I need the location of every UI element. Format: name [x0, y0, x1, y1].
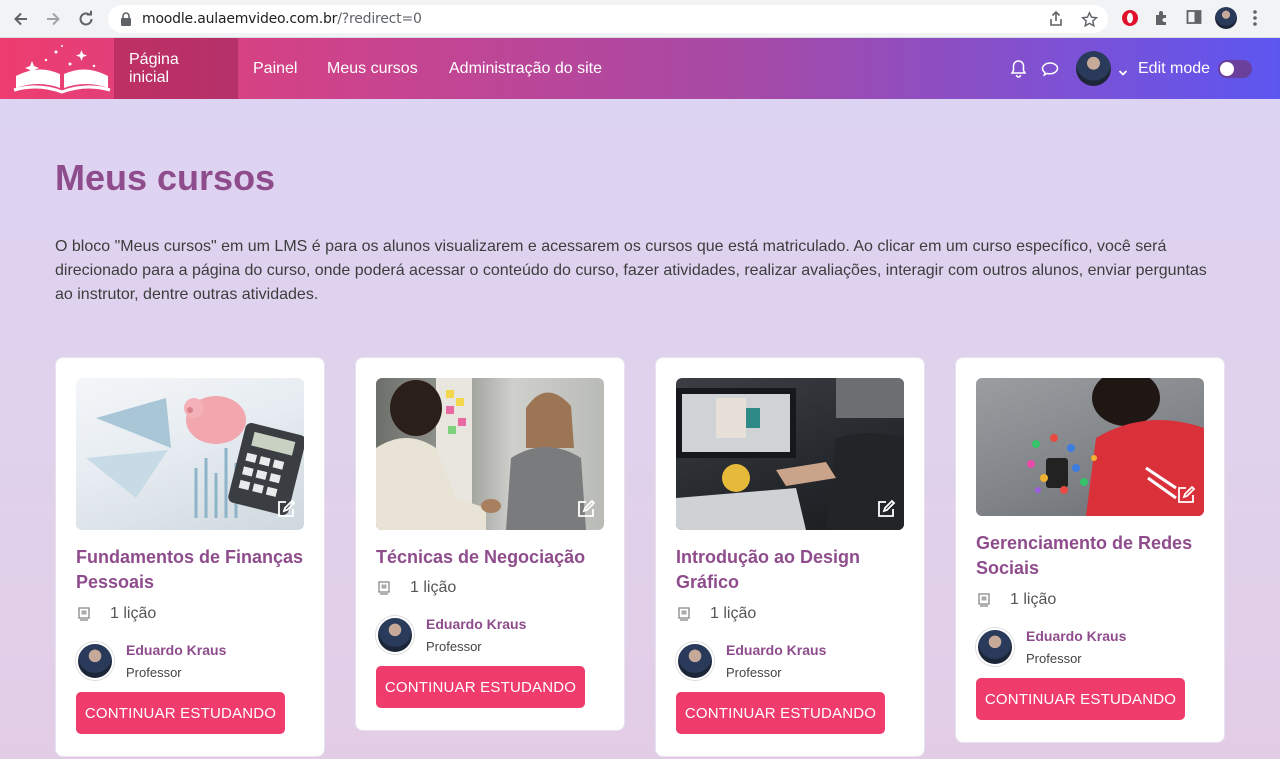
- page-description: O bloco "Meus cursos" em um LMS é para o…: [55, 238, 1207, 303]
- course-image-negotiation[interactable]: [376, 378, 604, 530]
- edit-icon[interactable]: [276, 499, 296, 524]
- teacher-avatar[interactable]: [376, 616, 414, 654]
- forward-icon[interactable]: [42, 8, 64, 30]
- star-icon[interactable]: [1080, 11, 1099, 33]
- url-path: /?redirect=0: [337, 11, 422, 27]
- nav-item-meus-cursos[interactable]: Meus cursos: [312, 38, 433, 99]
- edit-icon[interactable]: [1176, 485, 1196, 510]
- url-host: moodle.aulaemvideo.com.br: [142, 11, 338, 27]
- book-logo-icon[interactable]: [10, 42, 114, 96]
- site-navbar: Página inicial Painel Meus cursos Admini…: [0, 38, 1280, 99]
- lesson-count: 1 lição: [378, 579, 456, 597]
- teacher-avatar[interactable]: [76, 642, 114, 680]
- teacher-role: Professor: [426, 639, 482, 654]
- lesson-count-text: 1 lição: [110, 605, 157, 622]
- teacher-avatar[interactable]: [976, 628, 1014, 666]
- continue-button[interactable]: CONTINUAR ESTUDANDO: [976, 678, 1185, 720]
- nav-label: Página inicial: [129, 50, 179, 86]
- chevron-down-icon[interactable]: [1118, 64, 1128, 82]
- menu-dots-icon[interactable]: [1252, 9, 1258, 32]
- edit-mode-label: Edit mode: [1138, 60, 1211, 77]
- edit-icon[interactable]: [876, 499, 896, 524]
- lesson-count: 1 lição: [678, 605, 756, 623]
- teacher-avatar[interactable]: [676, 642, 714, 680]
- course-title[interactable]: Introdução ao Design Gráfico: [676, 545, 906, 595]
- continue-button[interactable]: CONTINUAR ESTUDANDO: [376, 666, 585, 708]
- nav-item-administracao[interactable]: Administração do site: [434, 38, 617, 99]
- course-title[interactable]: Gerenciamento de Redes Sociais: [976, 531, 1206, 581]
- chat-icon[interactable]: [1041, 61, 1059, 82]
- teacher-role: Professor: [126, 665, 182, 680]
- sidebar-icon[interactable]: [1186, 9, 1202, 30]
- browser-toolbar: moodle.aulaemvideo.com.br/?redirect=0: [0, 0, 1280, 38]
- puzzle-icon[interactable]: [1153, 9, 1171, 32]
- edit-mode-toggle[interactable]: [1218, 60, 1252, 78]
- share-icon[interactable]: [1048, 10, 1064, 32]
- lesson-icon: [978, 593, 990, 607]
- reload-icon[interactable]: [75, 8, 97, 30]
- teacher-name[interactable]: Eduardo Kraus: [726, 642, 826, 658]
- user-avatar[interactable]: [1076, 51, 1111, 86]
- teacher-name[interactable]: Eduardo Kraus: [1026, 628, 1126, 644]
- back-icon[interactable]: [10, 8, 32, 30]
- nav-label: Painel: [253, 59, 298, 77]
- address-bar[interactable]: moodle.aulaemvideo.com.br/?redirect=0: [108, 5, 1108, 33]
- toggle-knob: [1220, 62, 1234, 76]
- main-content: Meus cursos O bloco "Meus cursos" em um …: [0, 99, 1280, 759]
- course-image-social[interactable]: [976, 378, 1204, 516]
- course-image-design[interactable]: [676, 378, 904, 530]
- lock-icon: [120, 12, 132, 31]
- teacher-role: Professor: [1026, 651, 1082, 666]
- course-title[interactable]: Técnicas de Negociação: [376, 545, 606, 570]
- page-title: Meus cursos: [55, 157, 276, 198]
- course-card: Introdução ao Design Gráfico 1 lição Edu…: [655, 357, 925, 757]
- edit-icon[interactable]: [576, 499, 596, 524]
- teacher-name[interactable]: Eduardo Kraus: [126, 642, 226, 658]
- nav-item-pagina-inicial[interactable]: Página inicial: [114, 38, 238, 99]
- lesson-count-text: 1 lição: [1010, 591, 1057, 608]
- lesson-icon: [678, 607, 690, 621]
- lesson-icon: [78, 607, 90, 621]
- lesson-count-text: 1 lição: [710, 605, 757, 622]
- continue-button[interactable]: CONTINUAR ESTUDANDO: [76, 692, 285, 734]
- lesson-count-text: 1 lição: [410, 579, 457, 596]
- lesson-count: 1 lição: [78, 605, 156, 623]
- course-card: Técnicas de Negociação 1 lição Eduardo K…: [355, 357, 625, 731]
- course-image-finances[interactable]: [76, 378, 304, 530]
- profile-icon[interactable]: [1215, 7, 1237, 29]
- nav-item-painel[interactable]: Painel: [238, 38, 312, 99]
- lesson-count: 1 lição: [978, 591, 1056, 609]
- lesson-icon: [378, 581, 390, 595]
- teacher-role: Professor: [726, 665, 782, 680]
- course-card: Fundamentos de Finanças Pessoais 1 lição…: [55, 357, 325, 757]
- teacher-name[interactable]: Eduardo Kraus: [426, 616, 526, 632]
- url-text: moodle.aulaemvideo.com.br/?redirect=0: [142, 11, 422, 27]
- bell-icon[interactable]: [1010, 59, 1027, 83]
- course-title[interactable]: Fundamentos de Finanças Pessoais: [76, 545, 306, 595]
- nav-label: Meus cursos: [327, 59, 418, 77]
- nav-label: Administração do site: [449, 59, 602, 77]
- course-card: Gerenciamento de Redes Sociais 1 lição E…: [955, 357, 1225, 743]
- opera-icon[interactable]: [1121, 9, 1139, 32]
- continue-button[interactable]: CONTINUAR ESTUDANDO: [676, 692, 885, 734]
